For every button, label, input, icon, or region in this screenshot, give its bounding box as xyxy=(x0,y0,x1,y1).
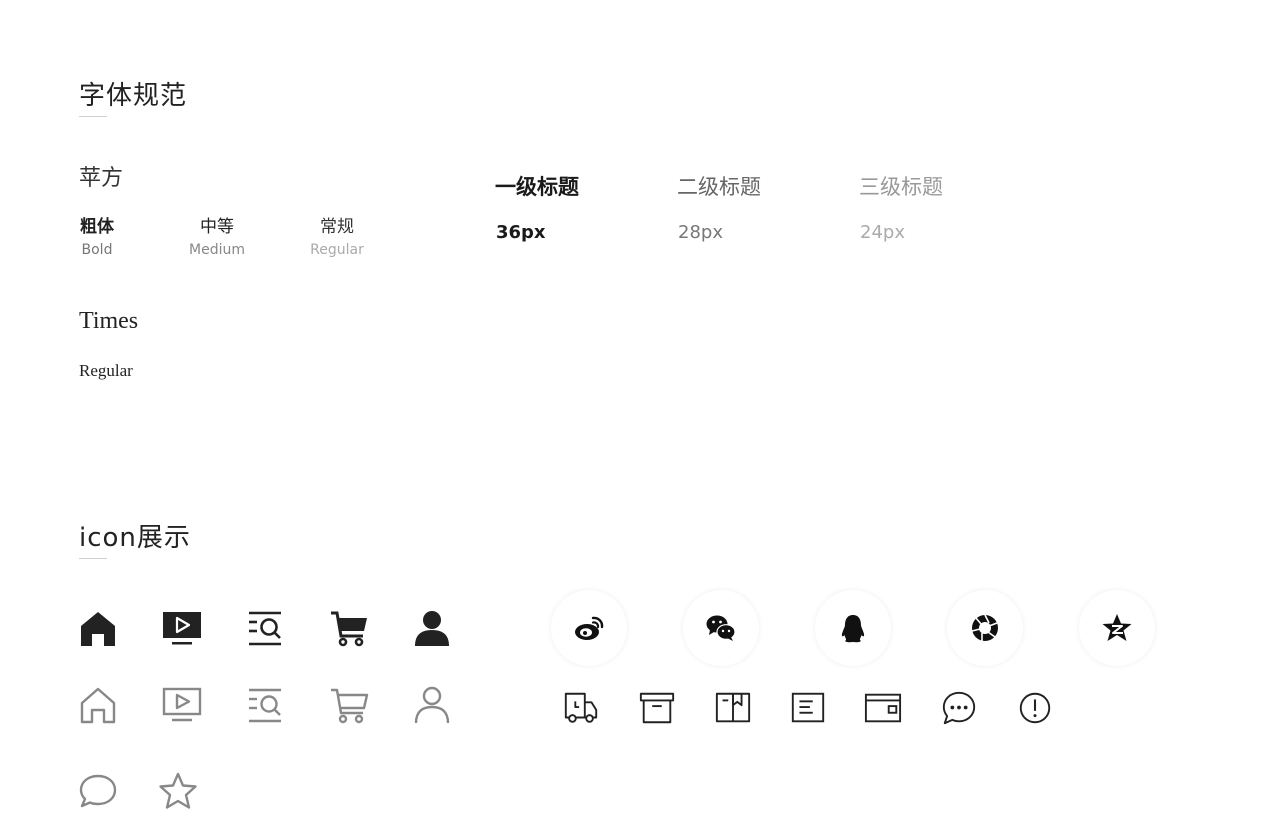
play-screen-outline-icon[interactable] xyxy=(160,683,204,727)
book-icon[interactable] xyxy=(713,688,753,728)
delivery-truck-icon[interactable] xyxy=(561,688,601,728)
heading-level-2: 二级标题 xyxy=(677,175,761,199)
weibo-icon[interactable] xyxy=(551,590,627,666)
weight-medium: 中等 Medium xyxy=(177,212,257,258)
user-outline-icon[interactable] xyxy=(410,683,454,727)
list-search-icon[interactable] xyxy=(243,606,287,650)
camera-aperture-icon[interactable] xyxy=(947,590,1023,666)
heading-level-1: 一级标题 xyxy=(495,175,579,199)
user-icon[interactable] xyxy=(410,606,454,650)
typography-section-title: 字体规范 xyxy=(79,81,188,111)
star-outline-icon[interactable] xyxy=(156,769,200,813)
alert-circle-icon[interactable] xyxy=(1015,688,1055,728)
heading-level-3: 三级标题 xyxy=(859,175,943,199)
cart-outline-icon[interactable] xyxy=(327,683,371,727)
heading-level-3-size: 24px xyxy=(860,222,905,243)
times-weight: Regular xyxy=(79,361,133,380)
wallet-icon[interactable] xyxy=(863,688,903,728)
document-icon[interactable] xyxy=(788,688,828,728)
qzone-icon[interactable] xyxy=(1079,590,1155,666)
home-icon[interactable] xyxy=(76,606,120,650)
weight-medium-cn: 中等 xyxy=(200,217,234,237)
home-outline-icon[interactable] xyxy=(76,683,120,727)
wechat-icon[interactable] xyxy=(683,590,759,666)
times-font-name: Times xyxy=(79,308,139,334)
weight-bold-en: Bold xyxy=(81,242,113,258)
weight-regular-en: Regular xyxy=(310,242,364,258)
weight-bold-cn: 粗体 xyxy=(80,217,114,237)
archive-box-icon[interactable] xyxy=(637,688,677,728)
message-dots-icon[interactable] xyxy=(939,688,979,728)
weight-regular-cn: 常规 xyxy=(320,217,354,237)
title-underline xyxy=(79,116,107,117)
chat-bubble-icon[interactable] xyxy=(76,769,120,813)
weight-bold: 粗体 Bold xyxy=(57,212,137,258)
cart-icon[interactable] xyxy=(327,606,371,650)
heading-level-1-size: 36px xyxy=(496,222,546,243)
weight-regular: 常规 Regular xyxy=(297,212,377,258)
icon-title-underline xyxy=(79,558,107,559)
icon-section-title: icon展示 xyxy=(79,523,191,553)
weight-medium-en: Medium xyxy=(189,242,245,258)
pingfang-font-name: 苹方 xyxy=(79,166,124,191)
heading-level-2-size: 28px xyxy=(678,222,723,243)
qq-icon[interactable] xyxy=(815,590,891,666)
list-search-outline-icon[interactable] xyxy=(243,683,287,727)
play-screen-icon[interactable] xyxy=(160,606,204,650)
